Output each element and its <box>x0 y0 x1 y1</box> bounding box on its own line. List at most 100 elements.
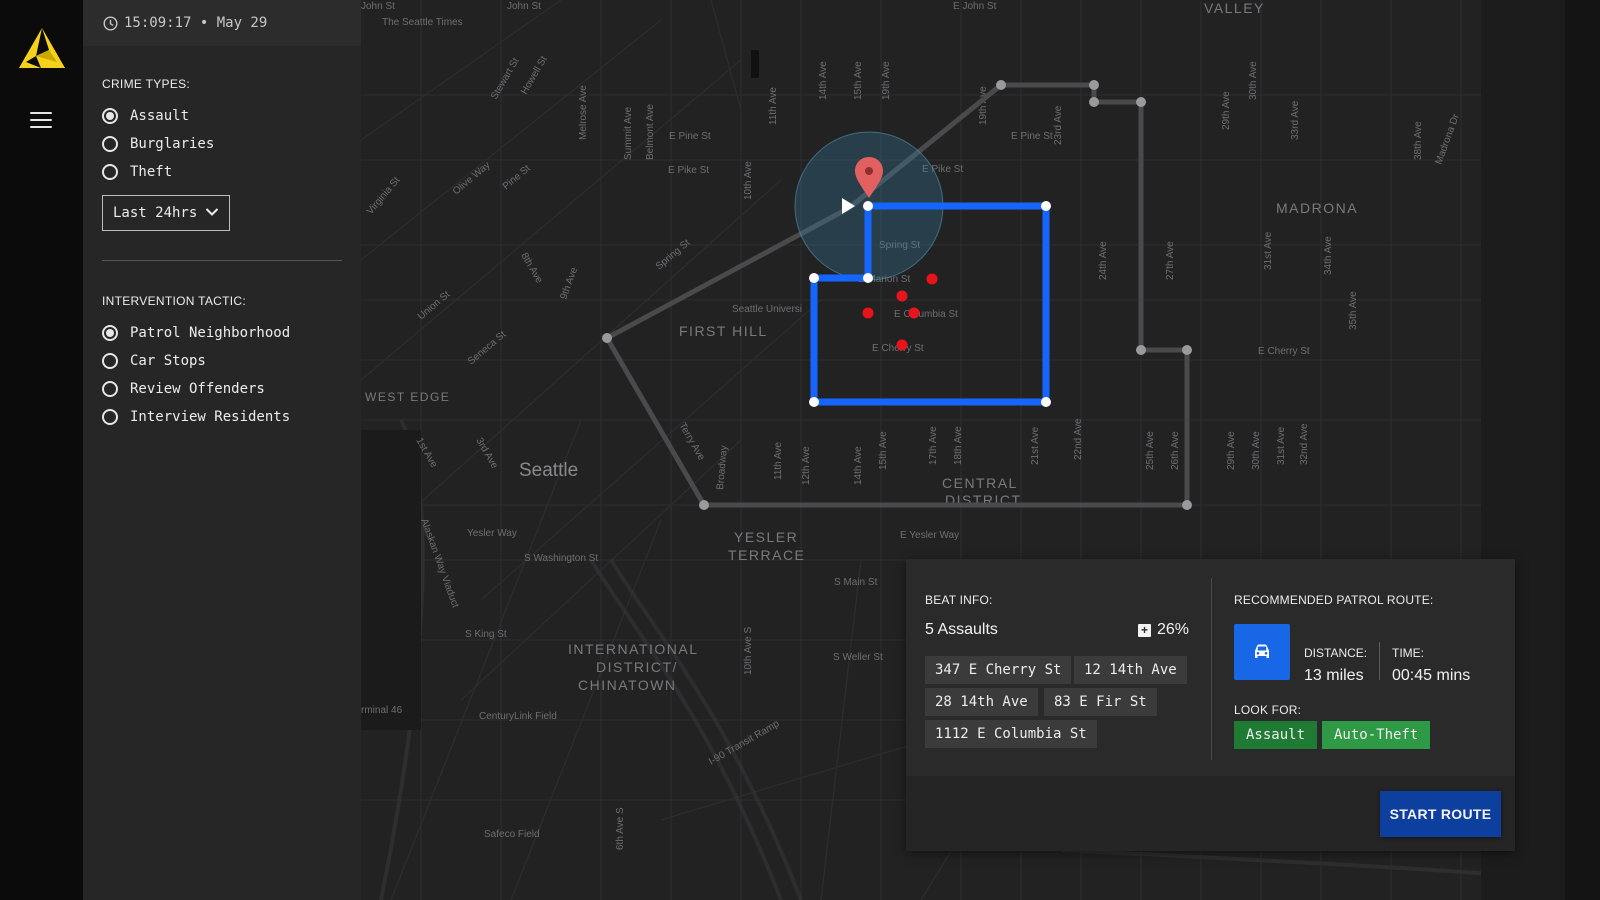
beat-change-value: 26% <box>1157 621 1190 638</box>
intervention-label: Review Offenders <box>130 381 265 397</box>
incident-marker[interactable] <box>896 339 908 351</box>
street-label: 30th Ave <box>1251 431 1262 470</box>
street-label: 29th Ave <box>1221 91 1232 130</box>
route-waypoint <box>602 333 612 343</box>
street-label: E Yesler Way <box>900 530 959 541</box>
beat-change: + 26% <box>1138 621 1189 639</box>
street-label: 32nd Ave <box>1299 423 1310 465</box>
intervention-car-stops-radio[interactable]: Car Stops <box>102 353 206 369</box>
chevron-down-icon <box>205 208 219 216</box>
datetime-bar: 15:09:17 • May 29 <box>83 0 361 46</box>
street-label: Virginia St <box>365 175 403 217</box>
route-waypoint <box>1089 97 1099 107</box>
map-edge-strip <box>1565 0 1600 900</box>
street-label: 38th Ave <box>1413 121 1424 160</box>
incident-marker[interactable] <box>896 290 908 302</box>
district-label: DISTRICT/ <box>596 659 678 675</box>
waterfront <box>361 430 421 730</box>
crime-type-label: Burglaries <box>130 136 215 152</box>
intervention-interview-radio[interactable]: Interview Residents <box>102 409 290 425</box>
intervention-label: Patrol Neighborhood <box>130 325 291 341</box>
street-label: E Pine St <box>1011 131 1053 142</box>
card-footer: START ROUTE <box>906 776 1515 851</box>
datetime-text: 15:09:17 • May 29 <box>124 15 268 31</box>
intervention-patrol-radio[interactable]: Patrol Neighborhood <box>102 325 290 341</box>
intervention-review-offenders-radio[interactable]: Review Offenders <box>102 381 265 397</box>
radio-unselected-icon <box>102 381 118 397</box>
address-chip[interactable]: 28 14th Ave <box>925 688 1038 716</box>
beat-vertex <box>809 397 819 407</box>
radio-unselected-icon <box>102 136 118 152</box>
street-label: Howell St <box>519 54 550 96</box>
intervention-label: Interview Residents <box>130 409 291 425</box>
street-label: 11th Ave <box>773 442 784 480</box>
clock-icon <box>103 15 118 31</box>
district-label: WEST EDGE <box>365 390 450 404</box>
radio-selected-icon <box>102 108 118 124</box>
time-label: TIME: <box>1392 646 1424 660</box>
address-chip[interactable]: 12 14th Ave <box>1074 656 1187 684</box>
route-waypoint <box>1089 80 1099 90</box>
street-label: 35th Ave <box>1348 291 1359 330</box>
street-label: John St <box>361 1 395 12</box>
street-label: Melrose Ave <box>578 85 589 140</box>
street-label: Seattle Universi <box>732 304 802 315</box>
street-label: 25th Ave <box>1145 431 1156 470</box>
route-waypoint <box>996 80 1006 90</box>
street-label: 34th Ave <box>1323 236 1334 275</box>
address-chip[interactable]: 1112 E Columbia St <box>925 720 1097 748</box>
start-route-button[interactable]: START ROUTE <box>1380 791 1501 837</box>
route-waypoint <box>1136 345 1146 355</box>
street-label: Pine St <box>501 163 533 192</box>
beat-vertex <box>809 273 819 283</box>
crime-type-theft-radio[interactable]: Theft <box>102 164 172 180</box>
district-label: TERRACE <box>728 547 805 563</box>
beat-info-title: BEAT INFO: <box>925 593 993 607</box>
stat-divider <box>1379 642 1380 680</box>
street-label: 14th Ave <box>818 61 829 100</box>
patrol-route-title: RECOMMENDED PATROL ROUTE: <box>1234 593 1434 607</box>
distance-value: 13 miles <box>1304 667 1364 684</box>
street-label: 22nd Ave <box>1073 418 1084 460</box>
look-for-tag-auto-theft[interactable]: Auto-Theft <box>1322 721 1431 749</box>
crime-type-burglaries-radio[interactable]: Burglaries <box>102 136 214 152</box>
street-label: 33rd Ave <box>1290 100 1301 140</box>
street-label: 10th Ave <box>743 161 754 200</box>
district-label: MADRONA <box>1276 200 1358 216</box>
section-divider <box>102 260 342 261</box>
crime-type-label: Assault <box>130 108 190 124</box>
street-label: Safeco Field <box>484 829 540 840</box>
nav-rail <box>0 0 83 900</box>
street-label: 29th Ave <box>1226 431 1237 470</box>
street-label: The Seattle Times <box>382 17 463 28</box>
intervention-label: Car Stops <box>130 353 206 369</box>
incident-marker[interactable] <box>862 307 874 319</box>
street-label: CenturyLink Field <box>479 711 557 722</box>
street-label: E John St <box>953 1 997 12</box>
street-label: Broadway <box>715 445 730 490</box>
address-chip[interactable]: 83 E Fir St <box>1044 688 1157 716</box>
time-range-value: Last 24hrs <box>113 205 198 221</box>
street-label: S King St <box>465 629 507 640</box>
incident-marker[interactable] <box>908 307 920 319</box>
crime-type-label: Theft <box>130 164 173 180</box>
landmark-marker <box>751 50 759 78</box>
street-label: 10th Ave S <box>743 626 754 675</box>
city-label: Seattle <box>519 460 578 481</box>
radio-selected-icon <box>102 325 118 341</box>
street-label: Olive Way <box>451 160 493 197</box>
district-label: CHINATOWN <box>578 677 677 693</box>
hamburger-menu-icon[interactable] <box>30 112 52 128</box>
crime-type-assault-radio[interactable]: Assault <box>102 108 189 124</box>
district-label: YESLER <box>734 529 798 545</box>
time-range-select[interactable]: Last 24hrs <box>102 195 230 231</box>
street-label: S Main St <box>834 577 878 588</box>
street-label: Spring St <box>654 237 693 272</box>
look-for-tag-assault[interactable]: Assault <box>1234 721 1318 749</box>
address-chip[interactable]: 347 E Cherry St <box>925 656 1072 684</box>
beat-count: 5 Assaults <box>925 621 998 638</box>
route-waypoint <box>699 500 709 510</box>
incident-marker[interactable] <box>926 273 938 285</box>
app-logo-icon <box>19 28 65 68</box>
beat-info-card: BEAT INFO: 5 Assaults + 26% 347 E Cherry… <box>906 559 1515 851</box>
